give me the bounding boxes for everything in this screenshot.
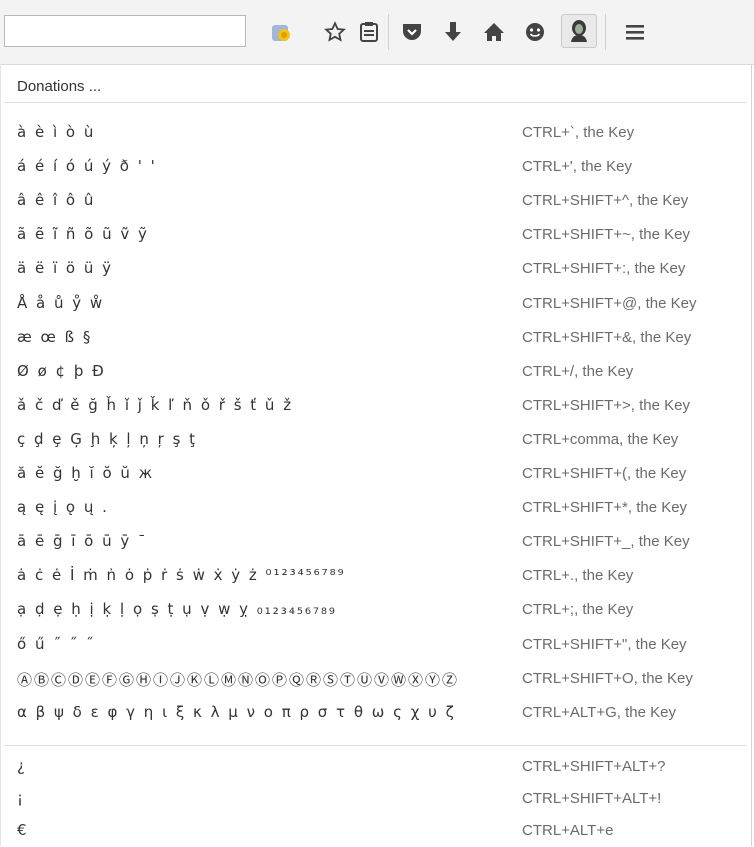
- menu-item[interactable]: ą ę į ǫ ų . CTRL+SHIFT+*, the Key: [0, 490, 752, 524]
- menu-item-shortcut: CTRL+/, the Key: [522, 362, 634, 380]
- menu-item-shortcut: CTRL+ALT+G, the Key: [522, 703, 676, 721]
- menu-item-shortcut: CTRL+', the Key: [522, 158, 632, 176]
- menu-item-characters: ą ę į ǫ ų .: [17, 498, 109, 517]
- menu-item[interactable]: æ œ ß § CTRL+SHIFT+&, the Key: [0, 320, 752, 354]
- menu-item-shortcut: CTRL+SHIFT+:, the Key: [522, 260, 686, 278]
- menu-item[interactable]: ạ ḍ ẹ ḥ ị ḳ ḷ ọ ṣ ṭ ụ ṿ ẉ ỵ ₀₁₂₃₄₅₆₇₈₉ CT…: [0, 592, 752, 626]
- search-input[interactable]: [4, 15, 246, 47]
- star-icon[interactable]: [320, 18, 350, 46]
- menu-item-characters: ¿: [17, 757, 27, 775]
- menu-item-shortcut: CTRL+SHIFT+*, the Key: [522, 499, 688, 517]
- download-icon[interactable]: [438, 18, 468, 46]
- menu-item-characters: ⒶⒷⒸⒹⒺⒻⒼⒽⒾⒿⓀⓁⓂⓃⓄⓅⓆⓇⓈⓉⓊⓋⓌⓍⓎⓏ: [17, 670, 460, 689]
- menu-item[interactable]: ă ĕ ğ ḫ ĭ ŏ ŭ ж CTRL+SHIFT+(, the Key: [0, 456, 752, 490]
- menu-item[interactable]: ā ē ḡ ī ō ū ȳ ¯ CTRL+SHIFT+_, the Key: [0, 524, 752, 558]
- menu-item[interactable]: á é í ó ú ý ð ' ' CTRL+', the Key: [0, 149, 752, 183]
- menu-icon[interactable]: [620, 18, 650, 46]
- menu-item[interactable]: ¡ CTRL+SHIFT+ALT+!: [0, 781, 752, 815]
- menu-item-characters: Å å ů ẙ ẘ: [17, 293, 105, 312]
- menu-item[interactable]: ȧ ċ ė İ ṁ ṅ ȯ ṗ ṙ ṡ ẇ ẋ ẏ ż ⁰¹²³⁴⁵⁶⁷⁸⁹ CT…: [0, 558, 752, 592]
- menu-item[interactable]: â ê î ô û CTRL+SHIFT+^, the Key: [0, 183, 752, 217]
- menu-item[interactable]: ä ë ï ö ü ÿ CTRL+SHIFT+:, the Key: [0, 251, 752, 285]
- menu-item-shortcut: CTRL+SHIFT+^, the Key: [522, 192, 689, 210]
- browser-toolbar: [0, 0, 754, 65]
- menu-item[interactable]: ¿ CTRL+SHIFT+ALT+?: [0, 749, 752, 783]
- menu-item-shortcut: CTRL+SHIFT+O, the Key: [522, 669, 693, 687]
- menu-item-characters: ő ű ˝ ˝ ˝: [17, 634, 96, 653]
- menu-item-characters: ă ĕ ğ ḫ ĭ ŏ ŭ ж: [17, 464, 155, 482]
- menu-item[interactable]: ã ẽ ĩ ñ õ ũ ṽ ỹ CTRL+SHIFT+~, the Key: [0, 217, 752, 251]
- home-icon[interactable]: [479, 18, 509, 46]
- menu-item-shortcut: CTRL+SHIFT+ALT+!: [522, 790, 662, 807]
- reading-list-icon[interactable]: [354, 18, 384, 46]
- menu-item-characters: ã ẽ ĩ ñ õ ũ ṽ ỹ: [17, 225, 149, 244]
- menu-item[interactable]: ǎ č ď ě ğ ȟ ǐ ǰ ǩ ľ ň ǒ ř š ť ǔ ž CTRL+SH…: [0, 388, 752, 422]
- menu-item-characters: â ê î ô û: [17, 191, 96, 210]
- menu-separator: [4, 102, 746, 103]
- menu-item-shortcut: CTRL+SHIFT+ALT+?: [522, 758, 666, 775]
- menu-item[interactable]: ⒶⒷⒸⒹⒺⒻⒼⒽⒾⒿⓀⓁⓂⓃⓄⓅⓆⓇⓈⓉⓊⓋⓌⓍⓎⓏ CTRL+SHIFT+O, …: [0, 661, 752, 695]
- menu-item-characters: ǎ č ď ě ğ ȟ ǐ ǰ ǩ ľ ň ǒ ř š ť ǔ ž: [17, 395, 294, 414]
- menu-item-shortcut: CTRL+., the Key: [522, 567, 634, 585]
- menu-item-shortcut: CTRL+SHIFT+(, the Key: [522, 465, 687, 482]
- menu-item-shortcut: CTRL+SHIFT+>, the Key: [522, 396, 690, 414]
- menu-item-shortcut: CTRL+SHIFT+@, the Key: [522, 294, 697, 312]
- menu-item-shortcut: CTRL+;, the Key: [522, 601, 634, 619]
- toolbar-separator: [605, 14, 606, 50]
- menu-item-characters: ȧ ċ ė İ ṁ ṅ ȯ ṗ ṙ ṡ ẇ ẋ ẏ ż ⁰¹²³⁴⁵⁶⁷⁸⁹: [17, 566, 346, 585]
- menu-item-characters: ạ ḍ ẹ ḥ ị ḳ ḷ ọ ṣ ṭ ụ ṿ ẉ ỵ ₀₁₂₃₄₅₆₇₈₉: [17, 600, 337, 619]
- menu-item-characters: ¡: [17, 789, 26, 807]
- menu-separator: [4, 745, 746, 746]
- donations-menu-item[interactable]: Donations ...: [17, 78, 101, 95]
- persona-icon[interactable]: [561, 14, 597, 48]
- menu-item-characters: α β ψ δ ε φ γ η ι ξ κ λ μ ν ο π ρ σ τ θ …: [17, 702, 456, 721]
- menu-item[interactable]: Å å ů ẙ ẘ CTRL+SHIFT+@, the Key: [0, 286, 752, 320]
- menu-item-shortcut: CTRL+ALT+e: [522, 822, 614, 839]
- menu-item-characters: Ø ø ¢ þ Đ: [17, 361, 106, 380]
- menu-item-characters: à è ì ò ù: [17, 123, 96, 141]
- menu-item[interactable]: ç ḑ ȩ Ģ ḩ ķ ļ ņ ŗ ş ţ CTRL+comma, the Key: [0, 422, 752, 456]
- chat-icon[interactable]: [520, 18, 550, 46]
- extension-icon[interactable]: [266, 18, 296, 46]
- menu-item[interactable]: α β ψ δ ε φ γ η ι ξ κ λ μ ν ο π ρ σ τ θ …: [0, 695, 752, 729]
- pocket-icon[interactable]: [397, 18, 427, 46]
- toolbar-separator: [388, 14, 389, 50]
- menu-item-shortcut: CTRL+SHIFT+", the Key: [522, 635, 687, 653]
- menu-item-shortcut: CTRL+SHIFT+~, the Key: [522, 226, 690, 244]
- menu-item[interactable]: ő ű ˝ ˝ ˝ CTRL+SHIFT+", the Key: [0, 627, 752, 661]
- menu-item-shortcut: CTRL+SHIFT+_, the Key: [522, 533, 690, 551]
- menu-item[interactable]: à è ì ò ù CTRL+`, the Key: [0, 115, 752, 149]
- menu-item-characters: æ œ ß §: [17, 327, 93, 346]
- menu-item[interactable]: € CTRL+ALT+e: [0, 813, 752, 847]
- menu-item-characters: ä ë ï ö ü ÿ: [17, 259, 113, 278]
- menu-item-shortcut: CTRL+SHIFT+&, the Key: [522, 328, 692, 346]
- menu-item-characters: ā ē ḡ ī ō ū ȳ ¯: [17, 532, 148, 551]
- menu-item-shortcut: CTRL+`, the Key: [522, 124, 635, 141]
- menu-item-shortcut: CTRL+comma, the Key: [522, 430, 679, 448]
- menu-item[interactable]: Ø ø ¢ þ Đ CTRL+/, the Key: [0, 354, 752, 388]
- menu-item-characters: €: [17, 821, 29, 839]
- menu-item-characters: á é í ó ú ý ð ' ': [17, 157, 157, 176]
- menu-item-characters: ç ḑ ȩ Ģ ḩ ķ ļ ņ ŗ ş ţ: [17, 429, 198, 448]
